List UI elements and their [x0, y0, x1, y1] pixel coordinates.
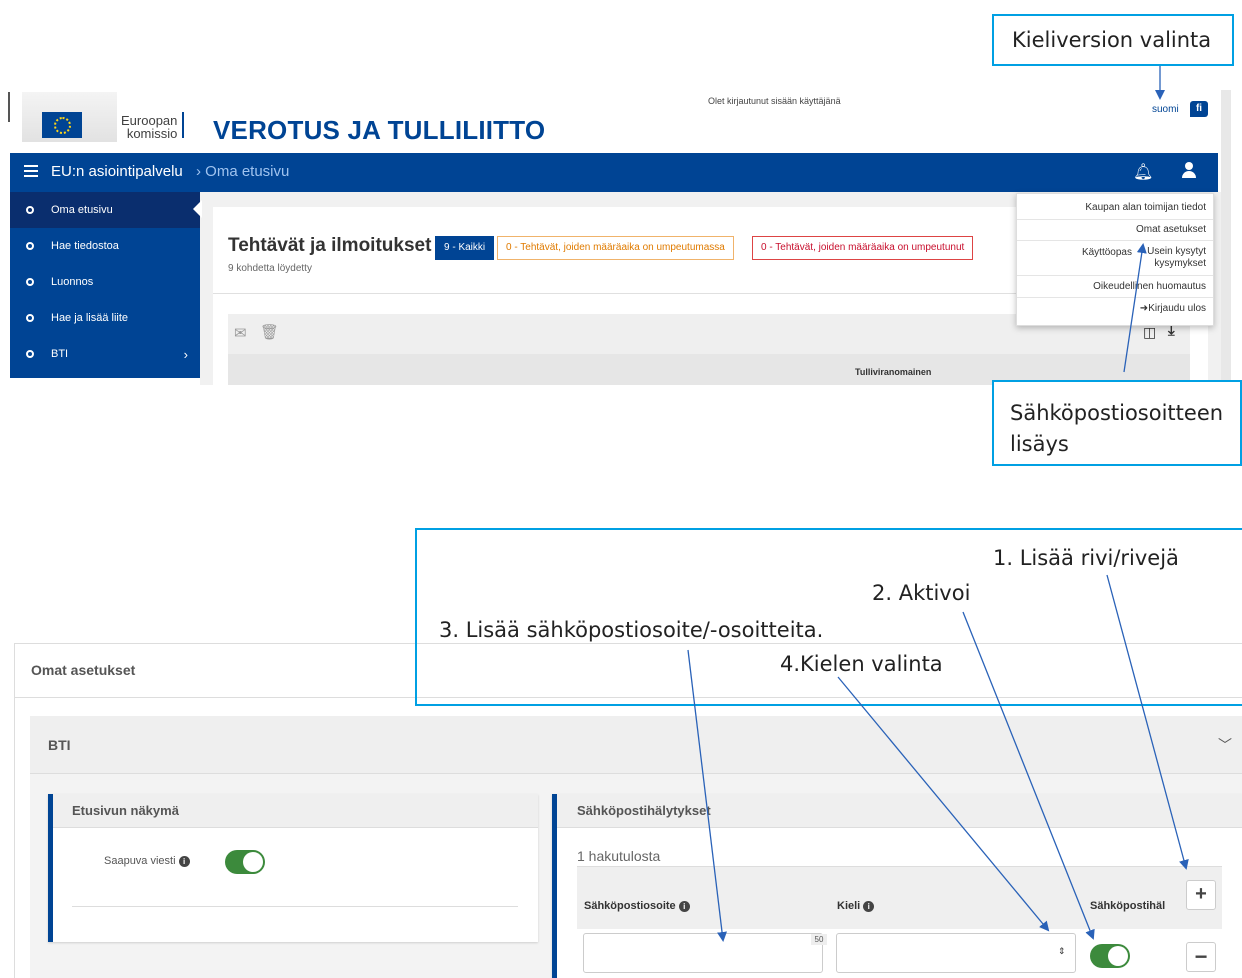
arrow-my-settings — [1123, 243, 1147, 373]
annotation-arrows — [687, 66, 1189, 942]
arrow-activate — [962, 611, 1095, 940]
arrow-add-row — [1106, 574, 1189, 870]
arrow-email — [687, 649, 728, 942]
arrow-language-select — [837, 676, 1050, 932]
